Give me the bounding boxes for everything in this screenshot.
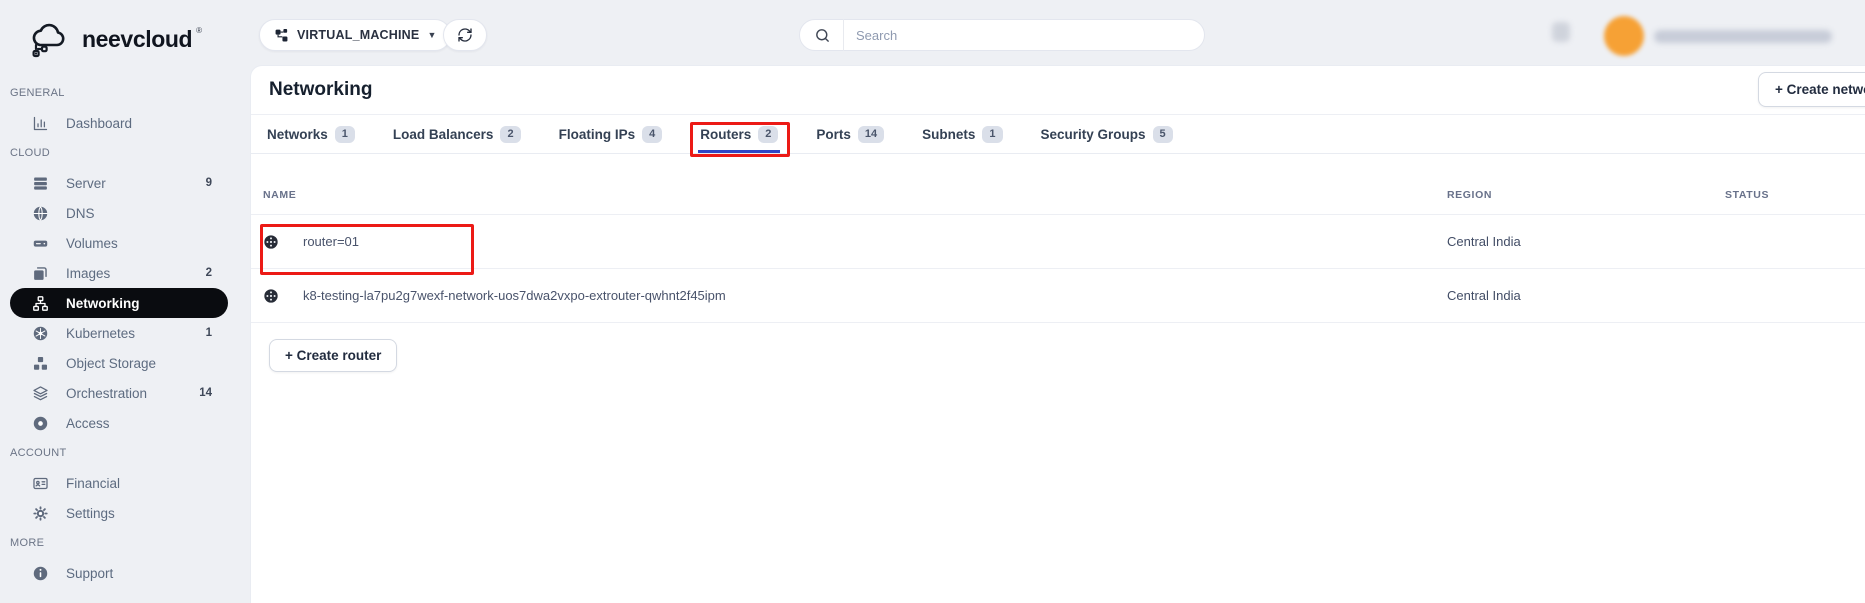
sidebar-item-support[interactable]: Support	[10, 558, 228, 588]
brand-trademark: ®	[196, 26, 203, 35]
networking-icon	[32, 295, 49, 312]
router-icon	[264, 234, 278, 249]
avatar[interactable]	[1604, 16, 1644, 56]
project-selector[interactable]: VIRTUAL_MACHINE ▼	[259, 19, 452, 51]
tab-badge: 2	[758, 125, 779, 143]
images-icon	[32, 265, 49, 282]
sidebar-item-orchestration[interactable]: Orchestration 14	[10, 378, 228, 408]
sidebar-section-more: MORE	[10, 537, 45, 549]
virtual-machine-icon	[275, 28, 288, 41]
sidebar-item-images[interactable]: Images 2	[10, 258, 228, 288]
tab-ports[interactable]: Ports 14	[816, 125, 885, 143]
sidebar-item-label: Support	[66, 565, 114, 581]
sidebar-item-label: Volumes	[66, 235, 118, 251]
sidebar-item-count: 1	[205, 327, 212, 339]
access-icon	[32, 415, 49, 432]
router-icon	[264, 288, 278, 303]
sidebar-item-label: Access	[66, 415, 110, 431]
table-row[interactable]: k8-testing-la7pu2g7wexf-network-uos7dwa2…	[251, 269, 1865, 323]
sidebar-item-count: 2	[205, 267, 212, 279]
sidebar-item-volumes[interactable]: Volumes	[10, 228, 228, 258]
chevron-down-icon: ▼	[427, 30, 437, 40]
sidebar-item-object-storage[interactable]: Object Storage	[10, 348, 228, 378]
sidebar-item-kubernetes[interactable]: Kubernetes 1	[10, 318, 228, 348]
project-selector-label: VIRTUAL_MACHINE	[297, 28, 420, 42]
sidebar-section-account: ACCOUNT	[10, 447, 67, 459]
tab-badge: 4	[642, 125, 663, 143]
page-title: Networking	[269, 79, 373, 100]
sidebar-item-dns[interactable]: DNS	[10, 198, 228, 228]
tab-badge: 5	[1152, 125, 1173, 143]
tab-security-groups[interactable]: Security Groups 5	[1041, 125, 1173, 143]
volumes-icon	[32, 235, 49, 252]
tab-bar: Networks 1 Load Balancers 2 Floating IPs…	[251, 115, 1865, 157]
refresh-button[interactable]	[443, 19, 487, 51]
dashboard-icon	[32, 115, 49, 132]
tab-badge: 1	[334, 125, 355, 143]
sidebar-item-label: Kubernetes	[66, 325, 136, 341]
router-region: Central India	[1447, 234, 1521, 249]
sidebar-item-networking[interactable]: Networking	[10, 288, 228, 318]
table-row[interactable]: router=01 Central India	[251, 215, 1865, 275]
sidebar-item-label: Object Storage	[66, 355, 157, 371]
sidebar-item-label: Dashboard	[66, 115, 133, 131]
user-name-redacted	[1654, 30, 1832, 43]
sidebar-section-cloud: CLOUD	[10, 147, 51, 159]
tab-subnets[interactable]: Subnets 1	[922, 125, 1003, 143]
tab-routers[interactable]: Routers 2	[690, 121, 791, 157]
sidebar-item-server[interactable]: Server 9	[10, 168, 228, 198]
create-router-button[interactable]: + Create router	[269, 339, 398, 372]
search-icon	[800, 27, 843, 44]
settings-icon	[32, 505, 49, 522]
financial-icon	[32, 475, 49, 492]
sidebar-item-label: DNS	[66, 205, 95, 221]
column-header-status: STATUS	[1725, 189, 1770, 201]
router-region: Central India	[1447, 288, 1521, 303]
refresh-icon	[458, 28, 472, 42]
sidebar-item-label: Networking	[66, 295, 140, 311]
sidebar-item-label: Financial	[66, 475, 121, 491]
tab-networks[interactable]: Networks 1	[267, 125, 355, 143]
tab-badge: 14	[857, 125, 885, 143]
tab-floating-ips[interactable]: Floating IPs 4	[559, 125, 663, 143]
sidebar: neevcloud ® GENERAL Dashboard CLOUD Serv…	[0, 0, 250, 603]
sidebar-item-label: Server	[66, 175, 106, 191]
main-content: Networking + Create network Networks 1 L…	[250, 65, 1865, 603]
create-network-button[interactable]: + Create network	[1758, 72, 1865, 107]
search-input[interactable]	[844, 27, 1204, 43]
server-icon	[32, 175, 49, 192]
dns-icon	[32, 205, 49, 222]
tab-badge: 1	[982, 125, 1003, 143]
object-storage-icon	[32, 355, 49, 372]
sidebar-item-label: Images	[66, 265, 111, 281]
search-box	[799, 19, 1205, 51]
sidebar-item-label: Settings	[66, 505, 115, 521]
sidebar-section-general: GENERAL	[10, 87, 65, 99]
sidebar-item-settings[interactable]: Settings	[10, 498, 228, 528]
notification-icon[interactable]	[1552, 22, 1570, 42]
sidebar-nav: GENERAL Dashboard CLOUD Server 9 DNS Vol…	[0, 72, 250, 588]
router-name: router=01	[303, 234, 360, 249]
sidebar-item-dashboard[interactable]: Dashboard	[10, 108, 228, 138]
tab-load-balancers[interactable]: Load Balancers 2	[393, 125, 521, 143]
column-header-name: NAME	[263, 189, 297, 201]
orchestration-icon	[32, 385, 49, 402]
sidebar-item-label: Orchestration	[66, 385, 148, 401]
support-icon	[32, 565, 49, 582]
brand-logo: neevcloud ®	[0, 0, 250, 72]
table-header: NAME REGION STATUS	[251, 154, 1865, 215]
column-header-region: REGION	[1447, 189, 1493, 201]
tab-badge: 2	[500, 125, 521, 143]
sidebar-item-financial[interactable]: Financial	[10, 468, 228, 498]
sidebar-item-count: 14	[199, 387, 212, 399]
kubernetes-icon	[32, 325, 49, 342]
sidebar-item-count: 9	[205, 177, 212, 189]
router-name: k8-testing-la7pu2g7wexf-network-uos7dwa2…	[303, 288, 726, 303]
brand-name: neevcloud	[82, 25, 193, 52]
sidebar-item-access[interactable]: Access	[10, 408, 228, 438]
neevcloud-logo-icon	[32, 23, 65, 58]
page-header: Networking + Create network	[251, 66, 1865, 115]
